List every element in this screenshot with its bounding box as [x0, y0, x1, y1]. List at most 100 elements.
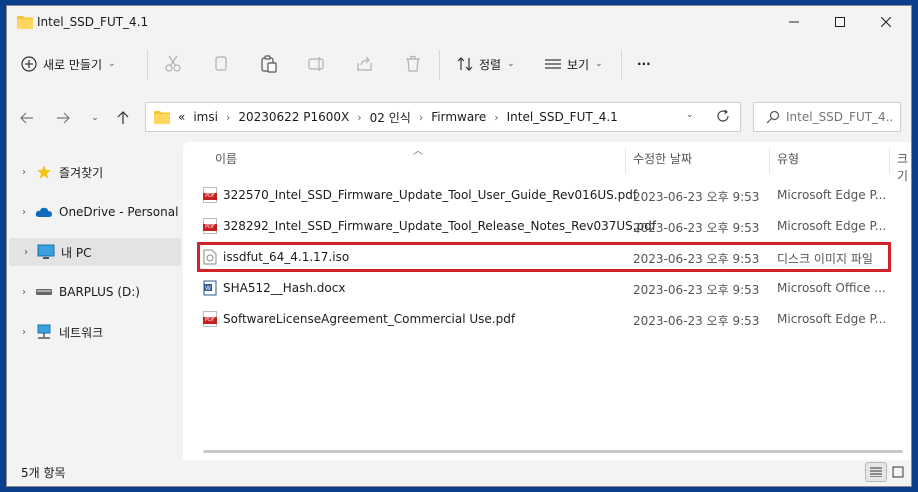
chevron-right-icon[interactable]: › [13, 327, 35, 338]
close-icon [881, 17, 891, 27]
refresh-button[interactable] [716, 109, 730, 126]
file-name: SHA512__Hash.docx [223, 281, 346, 295]
folder-icon [154, 111, 170, 124]
drive-icon [35, 284, 53, 300]
file-row[interactable]: SoftwareLicenseAgreement_Commercial Use.… [199, 304, 899, 334]
chevron-right-icon[interactable]: › [494, 111, 498, 124]
column-header-type[interactable]: 유형 [777, 150, 799, 167]
file-row[interactable]: 328292_Intel_SSD_Firmware_Update_Tool_Re… [199, 211, 899, 241]
large-icons-view-icon [892, 466, 904, 478]
search-icon [766, 110, 780, 127]
view-button[interactable]: 보기 ⌄ [545, 54, 603, 74]
back-button[interactable] [17, 108, 37, 128]
maximize-icon [835, 17, 845, 27]
file-date: 2023-06-23 오후 9:53 [633, 283, 760, 297]
window-title: Intel_SSD_FUT_4.1 [37, 15, 149, 29]
column-divider[interactable] [889, 148, 890, 174]
breadcrumb-item[interactable]: imsi [193, 110, 218, 124]
rename-button[interactable] [307, 54, 327, 74]
file-explorer-window: Intel_SSD_FUT_4.1 새로 만들기 ⌄ 정렬 ⌄ 보기 ⌄ ···… [6, 5, 912, 487]
word-doc-icon: W [203, 280, 219, 296]
large-icons-view-button[interactable] [887, 462, 909, 482]
arrow-left-icon [20, 112, 33, 124]
chevron-down-icon: ⌄ [91, 113, 99, 123]
view-label: 보기 [567, 57, 590, 72]
paste-button[interactable] [259, 54, 279, 74]
column-header-size[interactable]: 크기 [897, 150, 911, 184]
scissors-icon [165, 55, 181, 72]
command-bar: 새로 만들기 ⌄ 정렬 ⌄ 보기 ⌄ ··· [7, 42, 911, 88]
chevron-right-icon[interactable]: › [419, 111, 423, 124]
minimize-icon [789, 21, 799, 23]
pdf-icon [203, 218, 219, 234]
chevron-right-icon[interactable]: › [226, 111, 230, 124]
highlight-box [197, 242, 891, 272]
nav-item-onedrive[interactable]: › OneDrive - Personal [7, 198, 179, 226]
nav-item-favorites[interactable]: › 즐겨찾기 [7, 158, 179, 186]
nav-item-network[interactable]: › 네트워크 [7, 318, 179, 346]
file-date: 2023-06-23 오후 9:53 [633, 190, 760, 204]
close-button[interactable] [863, 6, 909, 38]
file-date: 2023-06-23 오후 9:53 [633, 221, 760, 235]
up-button[interactable] [113, 108, 133, 128]
cloud-icon [35, 204, 53, 220]
sort-label: 정렬 [479, 57, 502, 72]
share-button[interactable] [355, 54, 375, 74]
chevron-down-icon: ⌄ [108, 59, 116, 69]
nav-item-drive-d[interactable]: › BARPLUS (D:) [7, 278, 179, 306]
search-box[interactable] [753, 102, 901, 132]
chevron-right-icon[interactable]: › [15, 247, 37, 258]
forward-button[interactable] [53, 108, 73, 128]
delete-button[interactable] [403, 54, 423, 74]
horizontal-scrollbar[interactable] [203, 450, 903, 453]
breadcrumb-item[interactable]: 20230622 P1600X [238, 110, 349, 124]
chevron-right-icon[interactable]: › [13, 167, 35, 178]
search-input[interactable] [786, 108, 894, 126]
copy-button[interactable] [211, 54, 231, 74]
status-item-count: 5개 항목 [21, 466, 66, 480]
computer-icon [37, 244, 55, 260]
recent-locations-button[interactable]: ⌄ [85, 108, 105, 128]
column-header-modified[interactable]: 수정한 날짜 [633, 150, 692, 167]
chevron-down-icon: ⌄ [507, 59, 515, 69]
address-history-chevron-icon[interactable]: ⌄ [686, 110, 694, 120]
chevron-right-icon[interactable]: › [357, 111, 361, 124]
nav-item-this-pc[interactable]: › 내 PC [9, 238, 181, 266]
new-button[interactable]: 새로 만들기 ⌄ [21, 50, 116, 78]
column-divider[interactable] [625, 148, 626, 174]
file-name: SoftwareLicenseAgreement_Commercial Use.… [223, 312, 516, 326]
chevron-right-icon[interactable]: › [13, 287, 35, 298]
minimize-button[interactable] [771, 6, 817, 38]
address-bar[interactable]: « imsi › 20230622 P1600X › 02 인식 › Firmw… [145, 102, 741, 132]
pdf-icon [203, 311, 219, 327]
details-view-icon [870, 467, 882, 477]
details-view-button[interactable] [865, 462, 887, 482]
file-type: Microsoft Office ... [777, 281, 886, 295]
breadcrumb-item[interactable]: Firmware [431, 110, 486, 124]
chevron-down-icon: ⌄ [595, 59, 603, 69]
breadcrumb-item[interactable]: Intel_SSD_FUT_4.1 [507, 110, 618, 124]
toolbar-divider [147, 50, 148, 80]
nav-item-label: OneDrive - Personal [59, 205, 179, 219]
breadcrumb-overflow[interactable]: « [178, 110, 185, 124]
chevron-right-icon[interactable]: › [13, 207, 35, 218]
sort-arrows-icon [457, 57, 473, 71]
navigation-pane: › 즐겨찾기 › OneDrive - Personal › 내 PC › BA… [7, 146, 183, 462]
sort-button[interactable]: 정렬 ⌄ [457, 54, 515, 74]
network-icon [35, 324, 53, 340]
sort-ascending-icon: ︿ [413, 146, 423, 157]
column-header-name[interactable]: 이름 [215, 150, 237, 167]
rename-icon [308, 57, 324, 71]
file-type: Microsoft Edge P... [777, 219, 887, 233]
star-icon [35, 164, 53, 180]
maximize-button[interactable] [817, 6, 863, 38]
file-list-pane: ︿ 이름 수정한 날짜 유형 크기 322570_Intel_SSD_Firmw… [183, 142, 911, 460]
trash-icon [406, 55, 420, 72]
breadcrumb-item[interactable]: 02 인식 [370, 109, 411, 126]
more-options-button[interactable]: ··· [637, 54, 651, 74]
file-row[interactable]: 322570_Intel_SSD_Firmware_Update_Tool_Us… [199, 180, 899, 210]
file-row[interactable]: W SHA512__Hash.docx 2023-06-23 오후 9:53 M… [199, 273, 899, 303]
column-divider[interactable] [769, 148, 770, 174]
cut-button[interactable] [163, 54, 183, 74]
file-type: Microsoft Edge P... [777, 312, 887, 326]
